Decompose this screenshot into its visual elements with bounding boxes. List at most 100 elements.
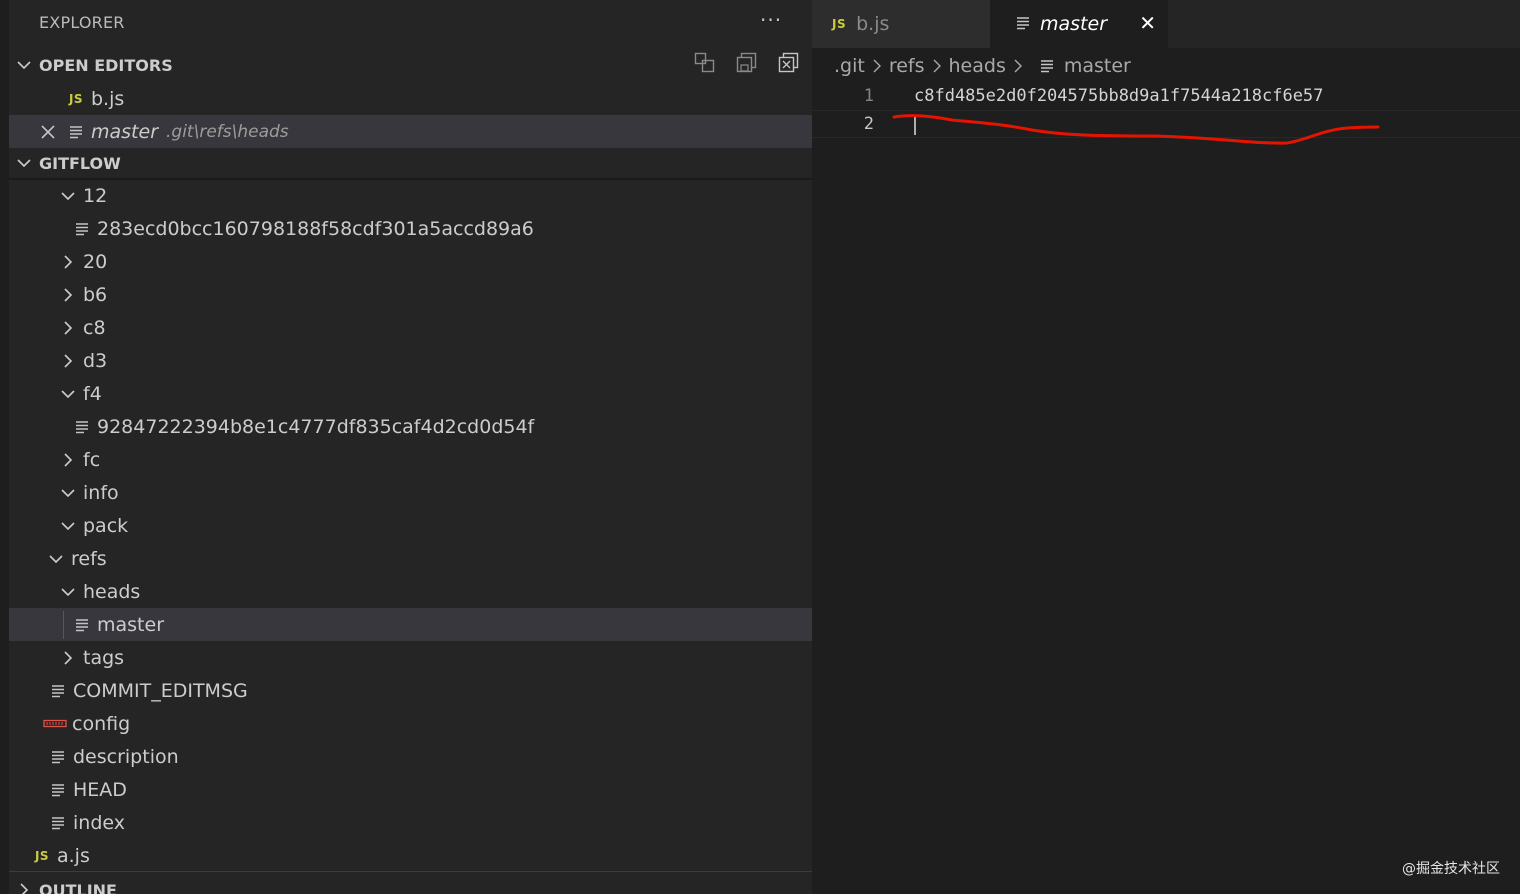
- tree-item-label: refs: [71, 547, 107, 570]
- line-content: c8fd485e2d0f204575bb8d9a1f7544a218cf6e57: [914, 86, 1324, 106]
- chevron-right-icon: [57, 251, 79, 273]
- tab-master[interactable]: master ✕: [990, 0, 1168, 48]
- tree-file-head[interactable]: HEAD: [9, 773, 812, 806]
- close-icon[interactable]: ✕: [1139, 11, 1156, 35]
- outline-header[interactable]: OUTLINE: [9, 874, 812, 894]
- chevron-right-icon: [57, 449, 79, 471]
- text-file-icon: [47, 680, 69, 702]
- explorer-sidebar: EXPLORER ··· OPEN EDITORS JS b.js master…: [0, 0, 812, 894]
- breadcrumb-item[interactable]: master: [1064, 55, 1131, 77]
- gitflow-label: GITFLOW: [39, 153, 121, 173]
- tree-file-master[interactable]: master: [9, 608, 812, 641]
- text-file-icon: [1040, 59, 1054, 73]
- tree-item-label: f4: [83, 382, 102, 405]
- text-file-icon: [47, 779, 69, 801]
- code-line[interactable]: 1 c8fd485e2d0f204575bb8d9a1f7544a218cf6e…: [812, 82, 1520, 110]
- tree-item-label: heads: [83, 580, 141, 603]
- breadcrumb-item[interactable]: heads: [949, 55, 1006, 77]
- chevron-right-icon: [57, 284, 79, 306]
- javascript-file-icon: JS: [34, 848, 50, 863]
- close-icon[interactable]: [37, 121, 59, 143]
- tree-item-label: COMMIT_EDITMSG: [73, 679, 248, 702]
- tree-item-label: 283ecd0bcc160798188f58cdf301a5accd89a6: [97, 217, 534, 240]
- tree-file-index[interactable]: index: [9, 806, 812, 839]
- new-untitled-file-icon[interactable]: [694, 52, 716, 74]
- tree-file-commit-editmsg[interactable]: COMMIT_EDITMSG: [9, 674, 812, 707]
- open-editor-path: .git\refs\heads: [166, 121, 289, 142]
- tree-folder-tags[interactable]: tags: [9, 641, 812, 674]
- tree-item-label: tags: [83, 646, 125, 669]
- open-editor-label: master: [91, 120, 159, 143]
- tree-item-label: 92847222394b8e1c4777df835caf4d2cd0d54f: [97, 415, 535, 438]
- close-all-editors-icon[interactable]: [778, 52, 800, 74]
- tree-folder-info[interactable]: info: [9, 476, 812, 509]
- chevron-down-icon: [9, 158, 39, 168]
- activity-gutter: [0, 0, 9, 894]
- line-number: 1: [863, 86, 874, 106]
- tree-item-label: info: [83, 481, 119, 504]
- javascript-file-icon: JS: [832, 17, 847, 31]
- tree-item-label: a.js: [57, 844, 90, 867]
- editor-area: JS b.js master ✕ .git refs heads master …: [812, 0, 1520, 894]
- tree-folder-fc[interactable]: fc: [9, 443, 812, 476]
- tree-file-ajs[interactable]: JS a.js: [9, 839, 812, 872]
- breadcrumb-item[interactable]: .git: [834, 55, 865, 77]
- watermark: @掘金技术社区: [1402, 861, 1500, 877]
- chevron-down-icon: [9, 60, 39, 70]
- open-editor-item-master[interactable]: master .git\refs\heads: [9, 115, 812, 148]
- chevron-right-icon: [57, 647, 79, 669]
- text-file-icon: [71, 218, 93, 240]
- tree-file-description[interactable]: description: [9, 740, 812, 773]
- tree-file-283ecd[interactable]: 283ecd0bcc160798188f58cdf301a5accd89a6: [9, 212, 812, 245]
- chevron-down-icon: [57, 383, 79, 405]
- open-editors-label: OPEN EDITORS: [39, 55, 173, 75]
- chevron-right-icon: [9, 883, 39, 894]
- more-actions-icon[interactable]: ···: [760, 8, 782, 32]
- chevron-right-icon: [57, 350, 79, 372]
- text-file-icon: [47, 812, 69, 834]
- chevron-right-icon: [933, 59, 941, 73]
- tree-item-label: pack: [83, 514, 129, 537]
- explorer-title: EXPLORER: [39, 13, 125, 32]
- chevron-down-icon: [57, 515, 79, 537]
- chevron-right-icon: [873, 59, 881, 73]
- save-all-icon[interactable]: [736, 52, 758, 74]
- javascript-file-icon: JS: [68, 91, 84, 106]
- tree-file-928472[interactable]: 92847222394b8e1c4777df835caf4d2cd0d54f: [9, 410, 812, 443]
- text-file-icon: [71, 416, 93, 438]
- text-file-icon: [65, 121, 87, 143]
- open-editor-item-bjs[interactable]: JS b.js: [9, 82, 812, 115]
- tree-item-label: HEAD: [73, 778, 127, 801]
- tree-item-label: d3: [83, 349, 108, 372]
- open-editors-header[interactable]: OPEN EDITORS: [9, 49, 812, 81]
- breadcrumb-item[interactable]: refs: [889, 55, 925, 77]
- chevron-down-icon: [57, 482, 79, 504]
- red-annotation-stroke: [892, 114, 1380, 145]
- tab-label: b.js: [856, 13, 890, 35]
- tab-label: master: [1040, 13, 1108, 35]
- tree-item-label: description: [73, 745, 179, 768]
- chevron-down-icon: [57, 185, 79, 207]
- tree-item-label: config: [72, 712, 131, 735]
- tree-folder-c8[interactable]: c8: [9, 311, 812, 344]
- tree-folder-refs[interactable]: refs: [9, 542, 812, 575]
- tree-folder-12[interactable]: 12: [9, 179, 812, 212]
- tree-folder-20[interactable]: 20: [9, 245, 812, 278]
- text-file-icon: [71, 614, 93, 636]
- config-file-icon: [42, 713, 68, 735]
- line-number: 2: [863, 114, 874, 134]
- tree-folder-f4[interactable]: f4: [9, 377, 812, 410]
- tree-folder-b6[interactable]: b6: [9, 278, 812, 311]
- tree-folder-heads[interactable]: heads: [9, 575, 812, 608]
- gitflow-header[interactable]: GITFLOW: [9, 148, 812, 180]
- tree-folder-d3[interactable]: d3: [9, 344, 812, 377]
- indent-guide: [63, 611, 64, 639]
- tree-item-label: c8: [83, 316, 106, 339]
- text-file-icon: [47, 746, 69, 768]
- text-file-icon: [1016, 13, 1030, 35]
- tab-bjs[interactable]: JS b.js: [812, 0, 990, 48]
- tree-folder-pack[interactable]: pack: [9, 509, 812, 542]
- chevron-right-icon: [57, 317, 79, 339]
- tree-file-config[interactable]: config: [9, 707, 812, 740]
- tab-bar: JS b.js master ✕: [812, 0, 1520, 48]
